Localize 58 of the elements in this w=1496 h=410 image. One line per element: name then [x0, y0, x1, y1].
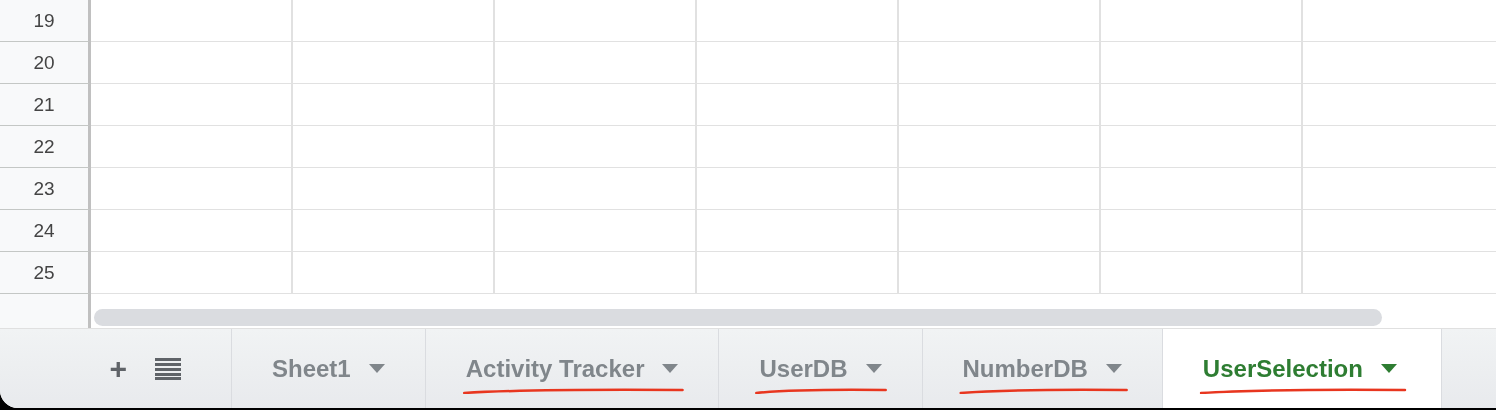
grid-cell[interactable]	[495, 42, 697, 84]
grid-cell[interactable]	[1101, 252, 1303, 294]
grid-cell[interactable]	[91, 0, 293, 42]
grid-cell[interactable]	[697, 210, 899, 252]
grid-cell[interactable]	[899, 0, 1101, 42]
grid-cell[interactable]	[697, 126, 899, 168]
grid-cell[interactable]	[899, 210, 1101, 252]
grid-cell[interactable]	[91, 168, 293, 210]
menu-icon[interactable]	[155, 357, 181, 380]
grid-cell[interactable]	[495, 126, 697, 168]
caret-icon	[1105, 364, 1122, 373]
add-sheet-button[interactable]: +	[109, 353, 127, 384]
grid-cell[interactable]	[91, 84, 293, 126]
caret-icon	[1380, 364, 1397, 373]
grid-cell[interactable]	[293, 126, 495, 168]
grid-cell[interactable]	[91, 126, 293, 168]
row-header[interactable]: 24	[0, 210, 91, 252]
caret-icon	[368, 364, 385, 373]
grid-cell[interactable]	[293, 42, 495, 84]
grid-cell[interactable]	[899, 168, 1101, 210]
grid-cell[interactable]	[1101, 168, 1303, 210]
grid-cell[interactable]	[293, 168, 495, 210]
grid-cell[interactable]	[293, 252, 495, 294]
row-header[interactable]: 21	[0, 84, 91, 126]
grid-cell[interactable]	[697, 168, 899, 210]
grid-cell[interactable]	[697, 252, 899, 294]
row-header[interactable]: 22	[0, 126, 91, 168]
grid-cell[interactable]	[899, 252, 1101, 294]
sheet-tab[interactable]: UserSelection	[1162, 329, 1442, 408]
grid-cell[interactable]	[899, 126, 1101, 168]
row-header[interactable]: 25	[0, 252, 91, 294]
grid-cell[interactable]	[495, 252, 697, 294]
grid-cell[interactable]	[697, 0, 899, 42]
grid-cell[interactable]	[1101, 210, 1303, 252]
grid-cell[interactable]	[1101, 126, 1303, 168]
grid-cell[interactable]	[293, 210, 495, 252]
row-header[interactable]: 19	[0, 0, 91, 42]
grid-cell[interactable]	[495, 84, 697, 126]
grid-cell[interactable]	[495, 0, 697, 42]
grid-cell[interactable]	[91, 252, 293, 294]
grid-cell[interactable]	[697, 42, 899, 84]
grid-cell[interactable]	[495, 168, 697, 210]
grid-cell[interactable]	[91, 42, 293, 84]
grid-cell[interactable]	[697, 84, 899, 126]
grid-cell[interactable]	[899, 84, 1101, 126]
scrollbar-thumb[interactable]	[94, 309, 1382, 326]
grid-cell[interactable]	[899, 42, 1101, 84]
grid-cell[interactable]	[293, 0, 495, 42]
grid-cell[interactable]	[495, 210, 697, 252]
caret-icon	[662, 364, 679, 373]
caret-icon	[865, 364, 882, 373]
grid-cell[interactable]	[91, 210, 293, 252]
grid-cell[interactable]	[1101, 84, 1303, 126]
grid-cell[interactable]	[293, 84, 495, 126]
grid-cell[interactable]	[1101, 0, 1303, 42]
grid-cell[interactable]	[1101, 42, 1303, 84]
row-header[interactable]: 20	[0, 42, 91, 84]
row-header[interactable]: 23	[0, 168, 91, 210]
